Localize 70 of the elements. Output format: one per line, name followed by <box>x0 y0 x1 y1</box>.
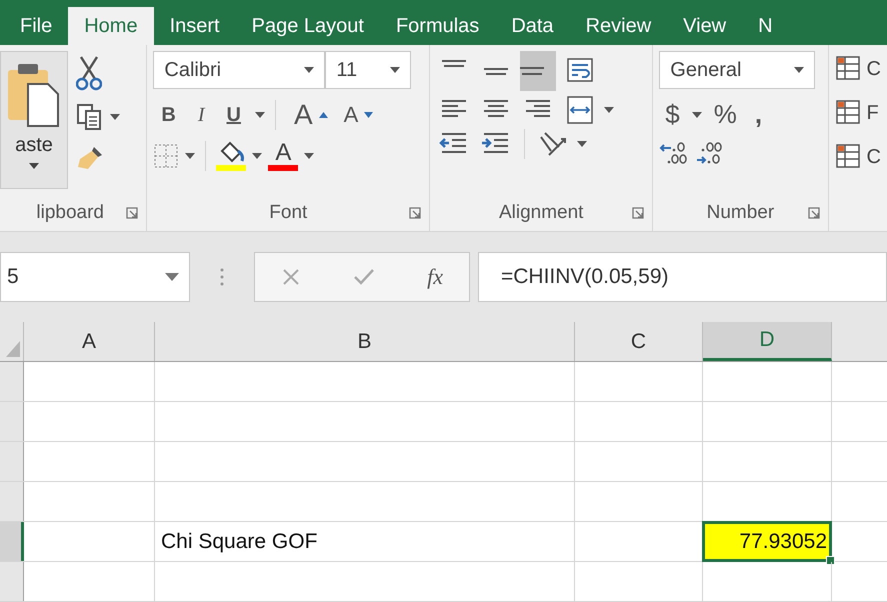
caret-icon[interactable] <box>110 114 120 120</box>
font-color-button[interactable]: A <box>275 141 292 165</box>
font-name-field[interactable]: Calibri <box>153 51 326 89</box>
styles-command[interactable]: C <box>866 146 881 168</box>
caret-icon <box>29 163 39 169</box>
group-label: lipboard <box>36 202 104 224</box>
row-header[interactable] <box>0 522 24 561</box>
copy-icon[interactable] <box>76 103 104 131</box>
grow-font-button[interactable]: A <box>286 99 313 131</box>
percent-button[interactable]: % <box>708 99 743 130</box>
ribbon-tab[interactable]: N <box>742 7 789 45</box>
caret-icon[interactable] <box>692 112 702 118</box>
ribbon-tab[interactable]: Page Layout <box>236 7 380 45</box>
table-cell-text: Chi Square GOF <box>160 530 318 554</box>
ribbon-tab[interactable]: View <box>667 7 742 45</box>
currency-button[interactable]: $ <box>659 99 686 130</box>
ribbon-tab[interactable]: File <box>4 7 68 45</box>
fill-color-bar <box>216 165 246 171</box>
drag-handle-icon[interactable] <box>220 267 224 287</box>
caret-icon <box>794 67 804 73</box>
bold-button[interactable]: B <box>153 104 184 126</box>
dialog-launcher-icon[interactable] <box>632 207 644 219</box>
ribbon-tab[interactable]: Insert <box>154 7 236 45</box>
font-color-bar <box>268 165 298 171</box>
align-bottom-button[interactable] <box>520 51 556 91</box>
up-triangle-icon <box>318 112 328 118</box>
ribbon-tab[interactable]: Home <box>68 7 154 45</box>
ribbon-tab[interactable]: Formulas <box>380 7 496 45</box>
down-triangle-icon <box>364 112 374 118</box>
column-header[interactable]: B <box>155 322 575 361</box>
underline-button[interactable]: U <box>218 104 249 126</box>
shrink-font-button[interactable]: A <box>334 102 358 128</box>
table-styles-icon[interactable] <box>834 99 863 127</box>
insert-function-button[interactable]: fx <box>427 264 443 290</box>
caret-icon[interactable] <box>604 107 614 113</box>
formula-input-field[interactable]: =CHIINV(0.05,59) <box>478 252 887 302</box>
caret-icon[interactable] <box>252 153 262 159</box>
paste-button[interactable]: aste <box>0 51 68 189</box>
caret-icon <box>165 273 179 281</box>
caret-icon[interactable] <box>577 141 588 147</box>
scissors-icon[interactable] <box>76 55 102 91</box>
caret-icon <box>390 67 400 73</box>
fill-handle[interactable] <box>826 556 835 565</box>
italic-button[interactable]: I <box>190 104 212 126</box>
table-styles-icon[interactable] <box>834 143 863 171</box>
dialog-launcher-icon[interactable] <box>126 207 138 219</box>
font-size-field[interactable]: 11 <box>325 51 412 89</box>
column-header[interactable]: D <box>703 322 832 361</box>
styles-command[interactable]: C <box>866 58 881 80</box>
ribbon-tab[interactable]: Review <box>570 7 668 45</box>
dialog-launcher-icon[interactable] <box>808 207 820 219</box>
comma-style-button[interactable]: , <box>748 99 768 130</box>
caret-icon <box>304 67 314 73</box>
caret-icon[interactable] <box>304 153 314 159</box>
caret-icon[interactable] <box>185 153 196 159</box>
group-label: Number <box>706 202 774 224</box>
name-box[interactable]: 5 <box>0 252 190 302</box>
column-header[interactable]: A <box>24 322 155 361</box>
caret-icon[interactable] <box>254 112 265 118</box>
dialog-launcher-icon[interactable] <box>409 207 422 219</box>
corner-triangle-icon <box>6 341 20 357</box>
align-bottom-icon <box>520 67 544 75</box>
group-label: Alignment <box>498 202 584 224</box>
ribbon-tab[interactable]: Data <box>495 7 570 45</box>
table-styles-icon[interactable] <box>834 55 863 83</box>
check-icon[interactable] <box>353 268 376 286</box>
number-format-field[interactable]: General <box>659 51 816 89</box>
styles-command[interactable]: F <box>866 102 879 124</box>
group-label: Font <box>269 202 308 224</box>
borders-icon[interactable] <box>153 143 180 169</box>
